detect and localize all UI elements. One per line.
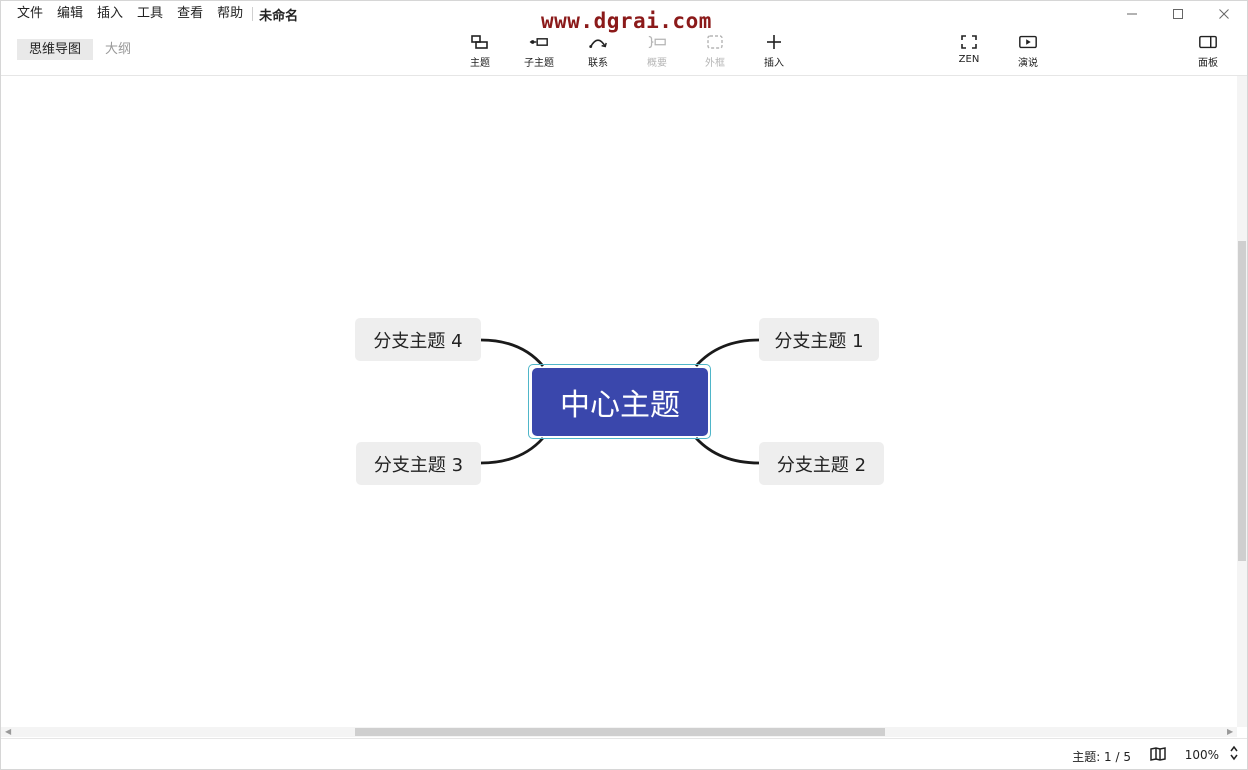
menu-view[interactable]: 查看 xyxy=(170,3,210,25)
zoom-level[interactable]: 100% xyxy=(1185,748,1219,762)
relationship-label: 联系 xyxy=(588,58,608,69)
map-icon[interactable] xyxy=(1149,746,1167,765)
panel-button[interactable]: 面板 xyxy=(1180,33,1236,71)
vertical-scroll-thumb[interactable] xyxy=(1238,241,1246,561)
minimize-icon xyxy=(1127,13,1137,15)
tab-mindmap[interactable]: 思维导图 xyxy=(17,39,94,60)
boundary-button[interactable]: 外框 xyxy=(687,33,743,71)
branch-topic-2[interactable]: 分支主题 2 xyxy=(759,442,884,485)
central-topic[interactable]: 中心主题 xyxy=(532,368,708,436)
branch-topic-3[interactable]: 分支主题 3 xyxy=(356,442,481,485)
scroll-left-arrow-icon[interactable]: ◀ xyxy=(5,727,11,736)
menu-tools[interactable]: 工具 xyxy=(130,3,170,25)
relationship-button[interactable]: 联系 xyxy=(570,33,626,71)
scroll-right-arrow-icon[interactable]: ▶ xyxy=(1227,727,1233,736)
maximize-button[interactable] xyxy=(1155,1,1201,27)
menu-insert[interactable]: 插入 xyxy=(90,3,130,25)
window-controls xyxy=(1109,1,1247,27)
subtopic-label: 子主题 xyxy=(524,58,554,69)
panel-label: 面板 xyxy=(1198,58,1218,69)
subtopic-icon xyxy=(529,33,549,51)
boundary-icon xyxy=(705,33,725,51)
zen-label: ZEN xyxy=(958,54,980,65)
connector-branch-4 xyxy=(480,338,545,367)
menu-separator xyxy=(252,7,254,21)
branch-topic-1[interactable]: 分支主题 1 xyxy=(759,318,879,361)
menu-file[interactable]: 文件 xyxy=(10,3,50,25)
topic-count: 主题: 1 / 5 xyxy=(1072,750,1131,764)
zen-button[interactable]: ZEN xyxy=(941,33,997,71)
horizontal-scrollbar[interactable]: ◀ ▶ xyxy=(1,727,1237,737)
app-window: 文件 编辑 插入 工具 查看 帮助 未命名 www.dgrai.com 思维导图… xyxy=(0,0,1248,770)
present-button[interactable]: 演说 xyxy=(1000,33,1056,71)
branch-topic-label: 分支主题 3 xyxy=(373,454,464,476)
summary-icon xyxy=(647,33,667,51)
toolbar: 思维导图 大纲 主题 子主题 联系 概要 外框 插入 ZEN 演说 面板 xyxy=(1,27,1247,76)
boundary-label: 外框 xyxy=(705,58,725,69)
play-icon xyxy=(1018,33,1038,51)
panel-icon xyxy=(1198,33,1218,51)
connector-branch-1 xyxy=(694,338,760,367)
connector-branch-3 xyxy=(480,437,545,465)
topic-label: 主题 xyxy=(470,58,490,69)
fullscreen-icon xyxy=(959,33,979,51)
topic-button[interactable]: 主题 xyxy=(452,33,508,71)
status-bar: 主题: 1 / 5 100% xyxy=(1,738,1247,770)
menu-edit[interactable]: 编辑 xyxy=(50,3,90,25)
connector-branch-2 xyxy=(694,437,760,465)
present-label: 演说 xyxy=(1018,58,1038,69)
document-title: 未命名 xyxy=(259,8,299,24)
relationship-icon xyxy=(588,33,608,51)
vertical-scrollbar[interactable] xyxy=(1237,76,1247,727)
plus-icon xyxy=(764,33,784,51)
central-topic-label: 中心主题 xyxy=(560,388,680,423)
zoom-stepper-icon[interactable] xyxy=(1229,744,1239,765)
mindmap-canvas[interactable]: 中心主题 分支主题 1 分支主题 2 分支主题 3 分支主题 4 xyxy=(1,76,1237,727)
horizontal-scroll-thumb[interactable] xyxy=(355,728,885,736)
topic-icon xyxy=(470,33,490,51)
insert-label: 插入 xyxy=(764,58,784,69)
summary-label: 概要 xyxy=(647,58,667,69)
tab-outline[interactable]: 大纲 xyxy=(93,39,143,60)
branch-topic-label: 分支主题 1 xyxy=(774,330,864,352)
summary-button[interactable]: 概要 xyxy=(629,33,685,71)
maximize-icon xyxy=(1173,9,1183,19)
subtopic-button[interactable]: 子主题 xyxy=(511,33,567,71)
close-button[interactable] xyxy=(1201,1,1247,27)
branch-topic-4[interactable]: 分支主题 4 xyxy=(355,318,481,361)
branch-topic-label: 分支主题 4 xyxy=(373,330,463,352)
minimize-button[interactable] xyxy=(1109,1,1155,27)
close-icon xyxy=(1219,9,1229,19)
menu-help[interactable]: 帮助 xyxy=(210,3,250,25)
branch-topic-label: 分支主题 2 xyxy=(776,454,867,476)
insert-button[interactable]: 插入 xyxy=(746,33,802,71)
view-switch: 思维导图 大纲 xyxy=(17,39,143,60)
